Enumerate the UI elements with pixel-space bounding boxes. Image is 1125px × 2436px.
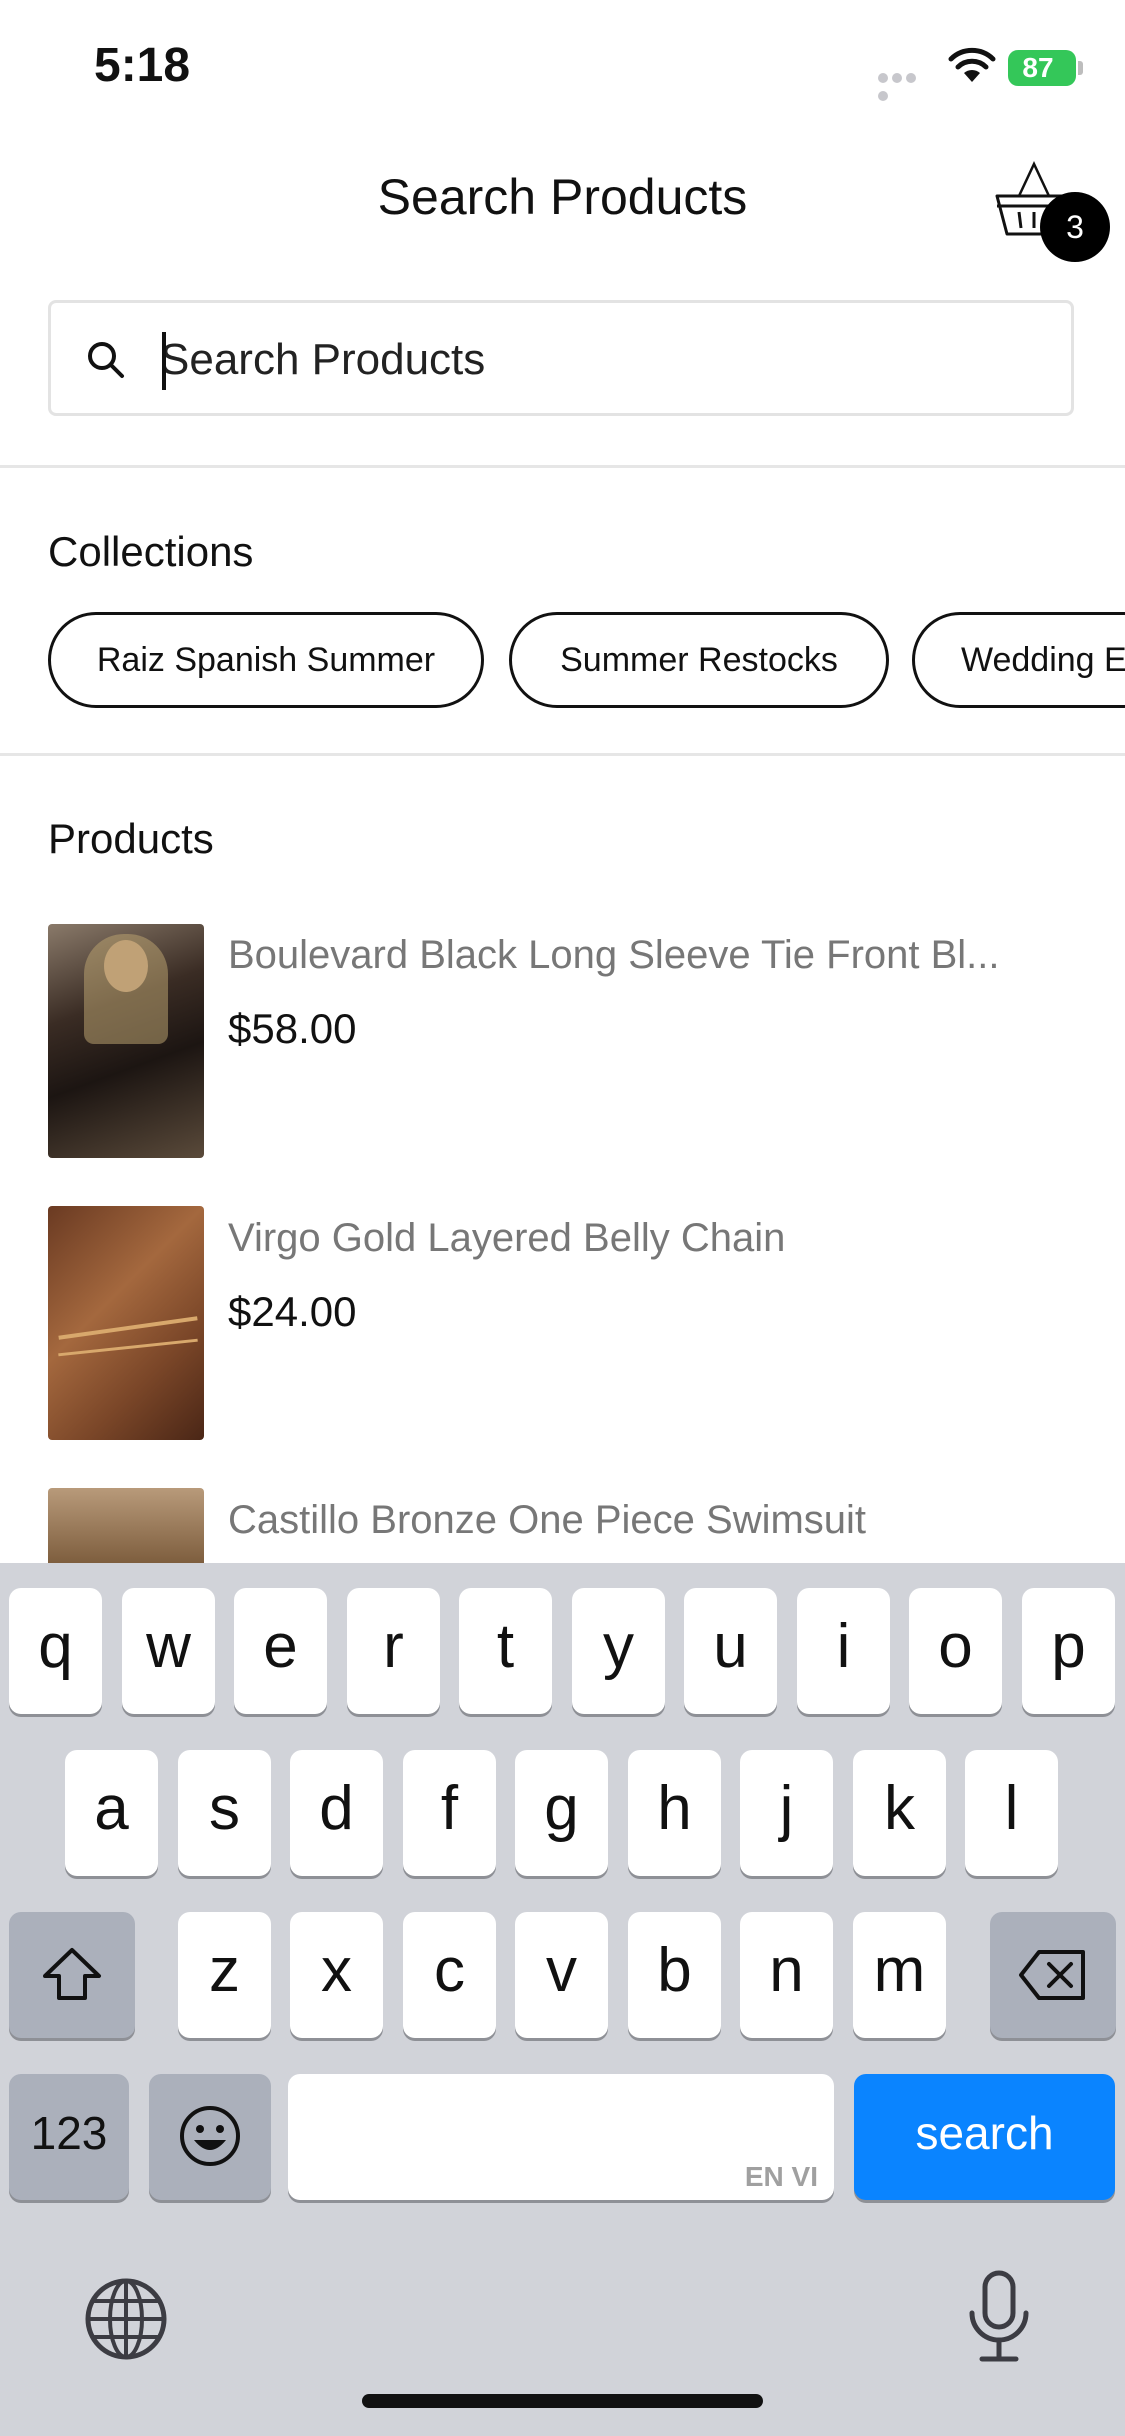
- key-x[interactable]: x: [290, 1912, 383, 2038]
- product-name[interactable]: Castillo Bronze One Piece Swimsuit: [228, 1498, 866, 1543]
- shift-icon: [43, 1948, 101, 2000]
- delete-key[interactable]: [990, 1912, 1116, 2038]
- key-i[interactable]: i: [797, 1588, 890, 1714]
- language-hint: EN VI: [744, 2161, 818, 2192]
- key-u[interactable]: u: [684, 1588, 777, 1714]
- product-price: $24.00: [228, 1288, 357, 1335]
- key-d[interactable]: d: [290, 1750, 383, 1876]
- wifi-icon: [948, 47, 996, 82]
- keyboard: q w e r t y u i o p a s d f g h j k l z …: [0, 1563, 1125, 2436]
- emoji-key[interactable]: [149, 2074, 271, 2200]
- key-g[interactable]: g: [515, 1750, 608, 1876]
- page-title: Search Products: [377, 169, 748, 225]
- collection-chip[interactable]: Summer Restocks: [509, 612, 889, 708]
- battery-level: 87: [1022, 52, 1054, 83]
- collection-chip[interactable]: Wedding E: [912, 612, 1125, 708]
- emoji-icon: [180, 2106, 240, 2166]
- key-r[interactable]: r: [347, 1588, 440, 1714]
- numbers-key[interactable]: 123: [9, 2074, 129, 2200]
- key-h[interactable]: h: [628, 1750, 721, 1876]
- product-image[interactable]: [48, 924, 204, 1158]
- cart-count-badge: 3: [1040, 192, 1110, 262]
- divider: [0, 465, 1125, 468]
- key-t[interactable]: t: [459, 1588, 552, 1714]
- key-m[interactable]: m: [853, 1912, 946, 2038]
- search-icon: [88, 342, 124, 378]
- backspace-icon: [1019, 1950, 1085, 2000]
- key-a[interactable]: a: [65, 1750, 158, 1876]
- status-time: 5:18: [94, 39, 191, 92]
- cellular-signal-icon: [878, 70, 932, 101]
- key-y[interactable]: y: [572, 1588, 665, 1714]
- key-p[interactable]: p: [1022, 1588, 1115, 1714]
- key-j[interactable]: j: [740, 1750, 833, 1876]
- search-key[interactable]: search: [854, 2074, 1115, 2200]
- product-price: $58.00: [228, 1005, 357, 1052]
- microphone-icon[interactable]: [964, 2269, 1034, 2365]
- battery-cap: [1078, 61, 1083, 75]
- key-q[interactable]: q: [9, 1588, 102, 1714]
- key-e[interactable]: e: [234, 1588, 327, 1714]
- key-f[interactable]: f: [403, 1750, 496, 1876]
- text-cursor: [162, 332, 166, 390]
- globe-icon[interactable]: [84, 2277, 168, 2361]
- key-l[interactable]: l: [965, 1750, 1058, 1876]
- home-indicator[interactable]: [362, 2394, 763, 2408]
- key-s[interactable]: s: [178, 1750, 271, 1876]
- key-k[interactable]: k: [853, 1750, 946, 1876]
- key-v[interactable]: v: [515, 1912, 608, 2038]
- key-c[interactable]: c: [403, 1912, 496, 2038]
- product-image[interactable]: [48, 1488, 204, 1568]
- key-n[interactable]: n: [740, 1912, 833, 2038]
- product-name[interactable]: Virgo Gold Layered Belly Chain: [228, 1216, 785, 1261]
- search-input[interactable]: [160, 330, 1040, 390]
- divider: [0, 753, 1125, 756]
- key-w[interactable]: w: [122, 1588, 215, 1714]
- space-key[interactable]: EN VI: [288, 2074, 834, 2200]
- shift-key[interactable]: [9, 1912, 135, 2038]
- collections-heading: Collections: [48, 528, 254, 575]
- key-z[interactable]: z: [178, 1912, 271, 2038]
- product-name[interactable]: Boulevard Black Long Sleeve Tie Front Bl…: [228, 933, 1000, 978]
- collection-chip[interactable]: Raiz Spanish Summer: [48, 612, 484, 708]
- product-image[interactable]: [48, 1206, 204, 1440]
- products-heading: Products: [48, 815, 214, 862]
- key-o[interactable]: o: [909, 1588, 1002, 1714]
- key-b[interactable]: b: [628, 1912, 721, 2038]
